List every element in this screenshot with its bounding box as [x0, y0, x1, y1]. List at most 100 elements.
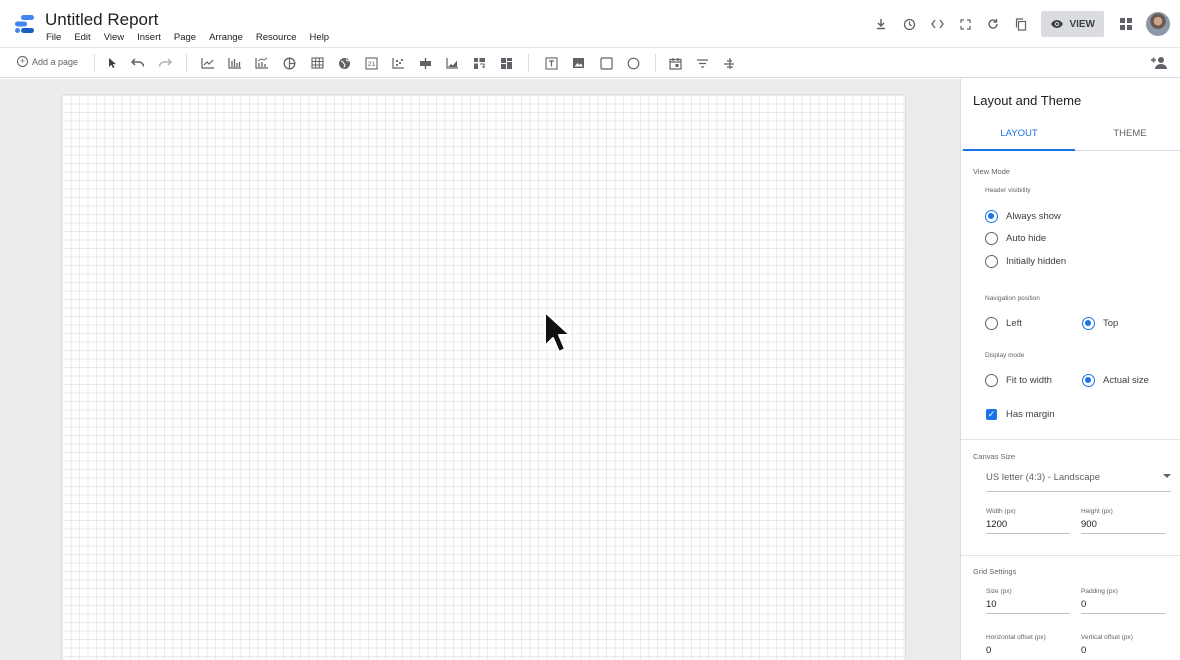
menu-help[interactable]: Help — [310, 32, 330, 43]
radio-label: Fit to width — [1006, 375, 1052, 386]
treemap-icon[interactable] — [497, 54, 515, 72]
pie-chart-icon[interactable] — [280, 54, 298, 72]
radio-label: Actual size — [1103, 375, 1149, 386]
header-actions: VIEW — [863, 10, 1170, 38]
menu-file[interactable]: File — [46, 32, 61, 43]
menu-bar: File Edit View Insert Page Arrange Resou… — [46, 32, 342, 43]
radio-nav-top[interactable]: Top — [1082, 317, 1118, 330]
radio-auto-hide[interactable]: Auto hide — [985, 232, 1046, 245]
avatar[interactable] — [1146, 12, 1170, 36]
menu-page[interactable]: Page — [174, 32, 196, 43]
svg-text:21: 21 — [367, 61, 375, 68]
dropdown-arrow-icon — [1163, 474, 1171, 478]
horizontal-offset-field[interactable]: Horizontal offset (px) 0 — [986, 634, 1070, 659]
add-page-button[interactable]: + Add a page — [17, 56, 78, 67]
radio-always-show[interactable]: Always show — [985, 210, 1061, 223]
radio-button — [985, 232, 998, 245]
menu-resource[interactable]: Resource — [256, 32, 297, 43]
bullet-chart-icon[interactable] — [416, 54, 434, 72]
fullscreen-icon[interactable] — [955, 14, 975, 34]
app-header: Untitled Report File Edit View Insert Pa… — [0, 0, 1180, 48]
filter-control-icon[interactable] — [693, 54, 711, 72]
scorecard-icon[interactable]: 21 — [362, 54, 380, 72]
report-canvas[interactable] — [62, 95, 905, 660]
menu-insert[interactable]: Insert — [137, 32, 161, 43]
area-chart-icon[interactable] — [443, 54, 461, 72]
data-studio-logo-icon[interactable] — [12, 12, 36, 36]
share-add-person-icon[interactable] — [1150, 54, 1168, 72]
radio-initially-hidden[interactable]: Initially hidden — [985, 255, 1066, 268]
header-visibility-label: Header visibility — [985, 187, 1031, 194]
table-icon[interactable] — [308, 54, 326, 72]
checkmark-icon: ✓ — [986, 409, 997, 420]
view-button-label: VIEW — [1069, 18, 1095, 30]
radio-button-checked — [1082, 374, 1095, 387]
download-icon[interactable] — [871, 14, 891, 34]
combo-chart-icon[interactable] — [253, 54, 271, 72]
toolbar-divider — [186, 54, 187, 72]
report-workspace[interactable] — [0, 79, 960, 660]
date-range-icon[interactable] — [666, 54, 684, 72]
toolbar-divider — [655, 54, 656, 72]
apps-grid-icon[interactable] — [1116, 14, 1136, 34]
rectangle-icon[interactable] — [597, 54, 615, 72]
menu-edit[interactable]: Edit — [74, 32, 90, 43]
geo-map-icon[interactable] — [335, 54, 353, 72]
toolbar: + Add a page 21 — [0, 48, 1180, 78]
canvas-size-label: Canvas Size — [973, 452, 1016, 461]
radio-button — [985, 255, 998, 268]
radio-label: Always show — [1006, 211, 1061, 222]
radio-nav-left[interactable]: Left — [985, 317, 1022, 330]
tab-layout[interactable]: LAYOUT — [963, 119, 1075, 151]
time-series-chart-icon[interactable] — [199, 54, 217, 72]
panel-tabs: LAYOUT THEME — [961, 119, 1180, 151]
horizontal-offset-label: Horizontal offset (px) — [986, 634, 1046, 641]
bar-chart-icon[interactable] — [226, 54, 244, 72]
navigation-position-label: Navigation position — [985, 295, 1040, 302]
circle-icon[interactable] — [624, 54, 642, 72]
report-title[interactable]: Untitled Report — [45, 10, 158, 30]
radio-button-checked — [985, 210, 998, 223]
checkbox-label: Has margin — [1006, 409, 1055, 420]
grid-settings-label: Grid Settings — [973, 567, 1017, 576]
data-control-icon[interactable] — [720, 54, 738, 72]
menu-arrange[interactable]: Arrange — [209, 32, 243, 43]
menu-view[interactable]: View — [104, 32, 124, 43]
undo-icon[interactable] — [129, 54, 147, 72]
eye-icon — [1051, 20, 1064, 28]
radio-actual-size[interactable]: Actual size — [1082, 374, 1149, 387]
radio-label: Left — [1006, 318, 1022, 329]
width-label: Width (px) — [986, 508, 1016, 515]
add-page-label: Add a page — [32, 56, 79, 67]
view-button[interactable]: VIEW — [1041, 11, 1104, 37]
height-field[interactable]: Height (px) 900 — [1081, 508, 1165, 534]
redo-icon[interactable] — [156, 54, 174, 72]
width-field[interactable]: Width (px) 1200 — [986, 508, 1070, 534]
radio-button-checked — [1082, 317, 1095, 330]
section-divider — [961, 439, 1180, 440]
vertical-offset-field[interactable]: Vertical offset (px) 0 — [1081, 634, 1165, 659]
copy-icon[interactable] — [1011, 14, 1031, 34]
radio-label: Auto hide — [1006, 233, 1047, 244]
section-divider — [961, 555, 1180, 556]
grid-padding-value: 0 — [1081, 599, 1087, 610]
canvas-size-dropdown[interactable]: US letter (4:3) - Landscape — [986, 472, 1171, 492]
radio-fit-to-width[interactable]: Fit to width — [985, 374, 1052, 387]
embed-code-icon[interactable] — [927, 14, 947, 34]
scatter-chart-icon[interactable] — [389, 54, 407, 72]
has-margin-checkbox[interactable]: ✓ Has margin — [986, 409, 1055, 420]
grid-size-field[interactable]: Size (px) 10 — [986, 588, 1070, 614]
history-icon[interactable] — [899, 14, 919, 34]
grid-size-value: 10 — [986, 599, 997, 610]
toolbar-divider — [94, 54, 95, 72]
image-icon[interactable] — [569, 54, 587, 72]
radio-label: Initially hidden — [1006, 256, 1067, 267]
vertical-offset-value: 0 — [1081, 645, 1087, 656]
grid-padding-field[interactable]: Padding (px) 0 — [1081, 588, 1165, 614]
tab-theme[interactable]: THEME — [1075, 119, 1180, 151]
text-box-icon[interactable] — [542, 54, 560, 72]
refresh-icon[interactable] — [983, 14, 1003, 34]
toolbar-divider — [528, 54, 529, 72]
select-pointer-icon[interactable] — [103, 54, 121, 72]
pivot-table-icon[interactable] — [470, 54, 488, 72]
